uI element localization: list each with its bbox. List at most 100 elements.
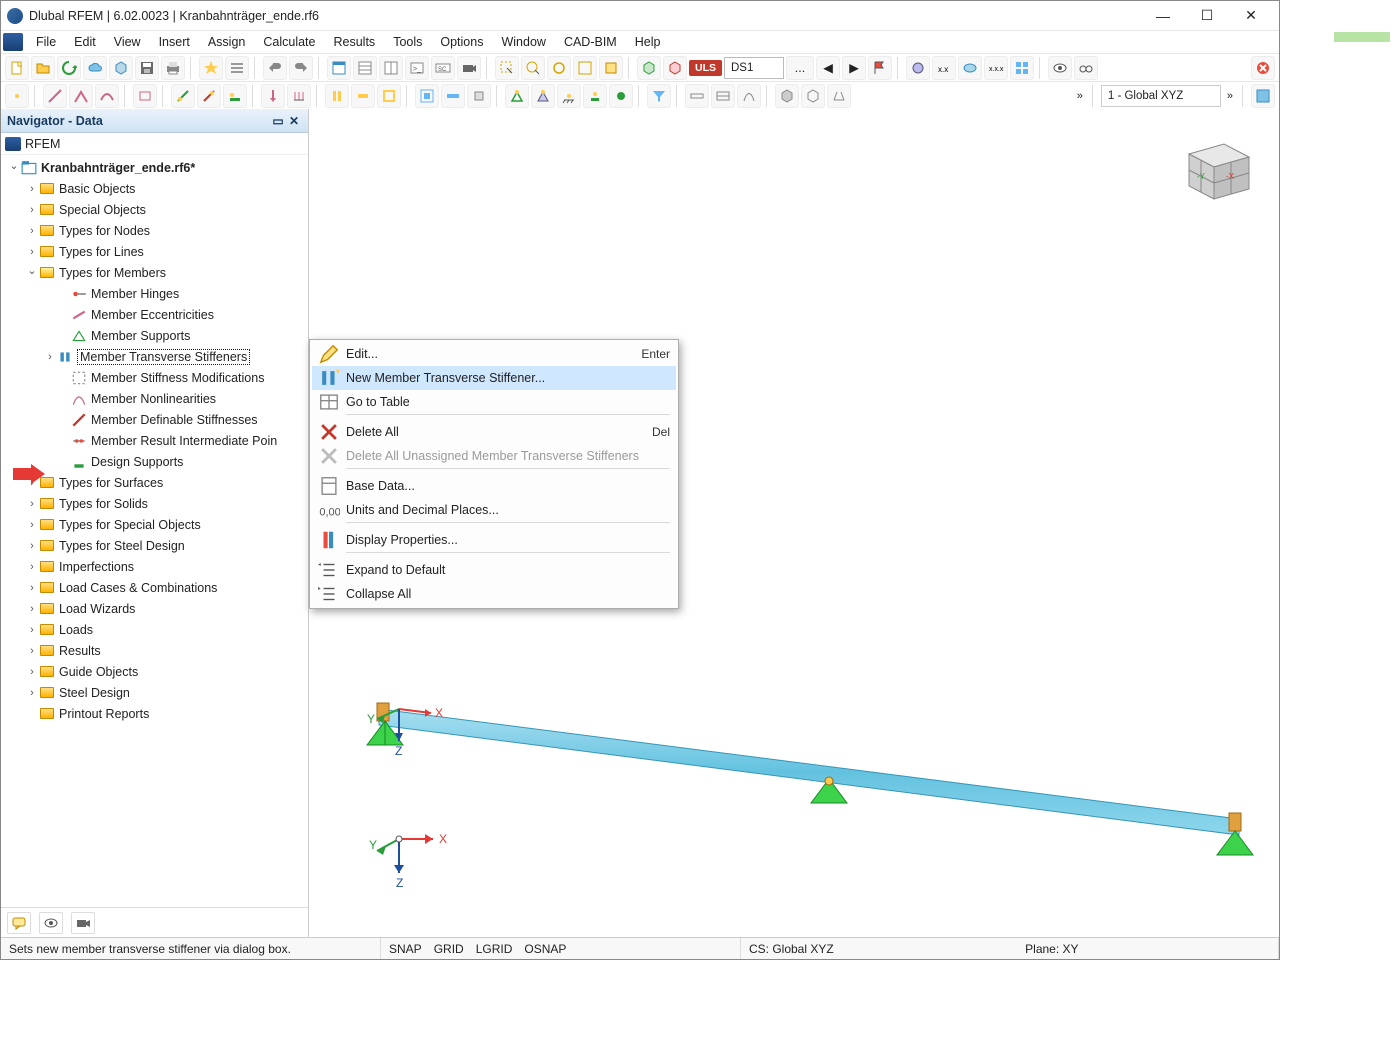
select2-icon[interactable] bbox=[521, 56, 545, 80]
tree-member-supports[interactable]: Member Supports bbox=[91, 329, 190, 343]
status-osnap[interactable]: OSNAP bbox=[524, 942, 566, 956]
cm-collapse[interactable]: Collapse All bbox=[312, 582, 676, 606]
status-grid[interactable]: GRID bbox=[434, 942, 464, 956]
refresh-icon[interactable] bbox=[57, 56, 81, 80]
list-icon[interactable] bbox=[225, 56, 249, 80]
folder-types-for-solids[interactable]: Types for Solids bbox=[59, 497, 148, 511]
overflow-chevron-2[interactable]: » bbox=[1223, 90, 1237, 102]
table3-icon[interactable] bbox=[379, 56, 403, 80]
nav-camera-icon[interactable] bbox=[71, 912, 95, 934]
cm-delete-all[interactable]: Delete All Del bbox=[312, 420, 676, 444]
cube2-icon[interactable] bbox=[663, 56, 687, 80]
loads2-icon[interactable] bbox=[287, 84, 311, 108]
flag-red-icon[interactable] bbox=[868, 56, 892, 80]
uls-badge[interactable]: ULS bbox=[689, 60, 722, 76]
sup4-icon[interactable] bbox=[583, 84, 607, 108]
tree-result-intermediate[interactable]: Member Result Intermediate Poin bbox=[91, 434, 277, 448]
render-icon[interactable] bbox=[1251, 84, 1275, 108]
shade1-icon[interactable] bbox=[775, 84, 799, 108]
folder-basic-objects[interactable]: Basic Objects bbox=[59, 182, 135, 196]
filter-icon[interactable] bbox=[647, 84, 671, 108]
menu-edit[interactable]: Edit bbox=[65, 33, 105, 51]
sup2-icon[interactable] bbox=[531, 84, 555, 108]
save-icon[interactable] bbox=[135, 56, 159, 80]
menu-options[interactable]: Options bbox=[431, 33, 492, 51]
draw2-icon[interactable] bbox=[69, 84, 93, 108]
shade3-icon[interactable] bbox=[827, 84, 851, 108]
stiff1-icon[interactable] bbox=[325, 84, 349, 108]
folder-load-cases-combinations[interactable]: Load Cases & Combinations bbox=[59, 581, 217, 595]
eye-icon[interactable] bbox=[1048, 56, 1072, 80]
cm-display-props[interactable]: Display Properties... bbox=[312, 528, 676, 552]
draw1-icon[interactable] bbox=[43, 84, 67, 108]
menu-file[interactable]: File bbox=[27, 33, 65, 51]
ellipsis-button[interactable]: ... bbox=[786, 56, 814, 80]
nav-chat-icon[interactable] bbox=[7, 912, 31, 934]
sup1-icon[interactable] bbox=[505, 84, 529, 108]
grid-view-icon[interactable] bbox=[1010, 56, 1034, 80]
tree-stiffness-mods[interactable]: Member Stiffness Modifications bbox=[91, 371, 264, 385]
open-file-icon[interactable] bbox=[31, 56, 55, 80]
menu-insert[interactable]: Insert bbox=[150, 33, 199, 51]
sup5-icon[interactable] bbox=[609, 84, 633, 108]
tree-nonlinearities[interactable]: Member Nonlinearities bbox=[91, 392, 216, 406]
close-button[interactable]: ✕ bbox=[1229, 2, 1273, 30]
assign3-icon[interactable] bbox=[223, 84, 247, 108]
stiff3-icon[interactable] bbox=[377, 84, 401, 108]
select3-icon[interactable] bbox=[547, 56, 571, 80]
op1-icon[interactable] bbox=[415, 84, 439, 108]
menu-cadbim[interactable]: CAD-BIM bbox=[555, 33, 626, 51]
loads1-icon[interactable] bbox=[261, 84, 285, 108]
status-lgrid[interactable]: LGRID bbox=[476, 942, 513, 956]
undo-icon[interactable] bbox=[263, 56, 287, 80]
iso2-icon[interactable] bbox=[711, 84, 735, 108]
close-red-icon[interactable] bbox=[1251, 56, 1275, 80]
folder-guide-objects[interactable]: Guide Objects bbox=[59, 665, 138, 679]
iso3-icon[interactable] bbox=[737, 84, 761, 108]
table1-icon[interactable] bbox=[327, 56, 351, 80]
folder-printout-reports[interactable]: Printout Reports bbox=[59, 707, 149, 721]
sup3-icon[interactable] bbox=[557, 84, 581, 108]
menu-view[interactable]: View bbox=[105, 33, 150, 51]
tree-member-hinges[interactable]: Member Hinges bbox=[91, 287, 179, 301]
sc-icon[interactable]: SC bbox=[431, 56, 455, 80]
draw3-icon[interactable] bbox=[95, 84, 119, 108]
folder-steel-design[interactable]: Steel Design bbox=[59, 686, 130, 700]
cm-expand[interactable]: Expand to Default bbox=[312, 558, 676, 582]
tree-design-supports[interactable]: Design Supports bbox=[91, 455, 183, 469]
aux1-icon[interactable] bbox=[906, 56, 930, 80]
tree-member-eccentricities[interactable]: Member Eccentricities bbox=[91, 308, 214, 322]
model-icon[interactable] bbox=[109, 56, 133, 80]
undock-icon[interactable]: ▭ bbox=[270, 113, 286, 129]
menu-assign[interactable]: Assign bbox=[199, 33, 255, 51]
assign2-icon[interactable] bbox=[197, 84, 221, 108]
folder-results[interactable]: Results bbox=[59, 644, 101, 658]
table2-icon[interactable] bbox=[353, 56, 377, 80]
op2-icon[interactable] bbox=[441, 84, 465, 108]
op3-icon[interactable] bbox=[467, 84, 491, 108]
minimize-button[interactable]: — bbox=[1141, 2, 1185, 30]
navigator-root[interactable]: RFEM bbox=[1, 133, 308, 155]
aux3-icon[interactable] bbox=[958, 56, 982, 80]
print-icon[interactable] bbox=[161, 56, 185, 80]
menu-window[interactable]: Window bbox=[492, 33, 554, 51]
cm-edit[interactable]: Edit... Enter bbox=[312, 342, 676, 366]
folder-types-members[interactable]: Types for Members bbox=[59, 266, 166, 280]
tree-definable-stiffnesses[interactable]: Member Definable Stiffnesses bbox=[91, 413, 258, 427]
folder-load-wizards[interactable]: Load Wizards bbox=[59, 602, 135, 616]
cube1-icon[interactable] bbox=[637, 56, 661, 80]
nav-eye-icon[interactable] bbox=[39, 912, 63, 934]
folder-types-lines[interactable]: Types for Lines bbox=[59, 245, 144, 259]
menu-calculate[interactable]: Calculate bbox=[254, 33, 324, 51]
assign1-icon[interactable] bbox=[171, 84, 195, 108]
cm-new-stiffener[interactable]: New Member Transverse Stiffener... bbox=[312, 366, 676, 390]
glasses-icon[interactable] bbox=[1074, 56, 1098, 80]
select5-icon[interactable] bbox=[599, 56, 623, 80]
camera-icon[interactable] bbox=[457, 56, 481, 80]
folder-imperfections[interactable]: Imperfections bbox=[59, 560, 134, 574]
menu-results[interactable]: Results bbox=[325, 33, 385, 51]
stiff2-icon[interactable] bbox=[351, 84, 375, 108]
rect-icon[interactable] bbox=[133, 84, 157, 108]
aux4-icon[interactable]: x.x.x bbox=[984, 56, 1008, 80]
script-icon[interactable]: >_ bbox=[405, 56, 429, 80]
